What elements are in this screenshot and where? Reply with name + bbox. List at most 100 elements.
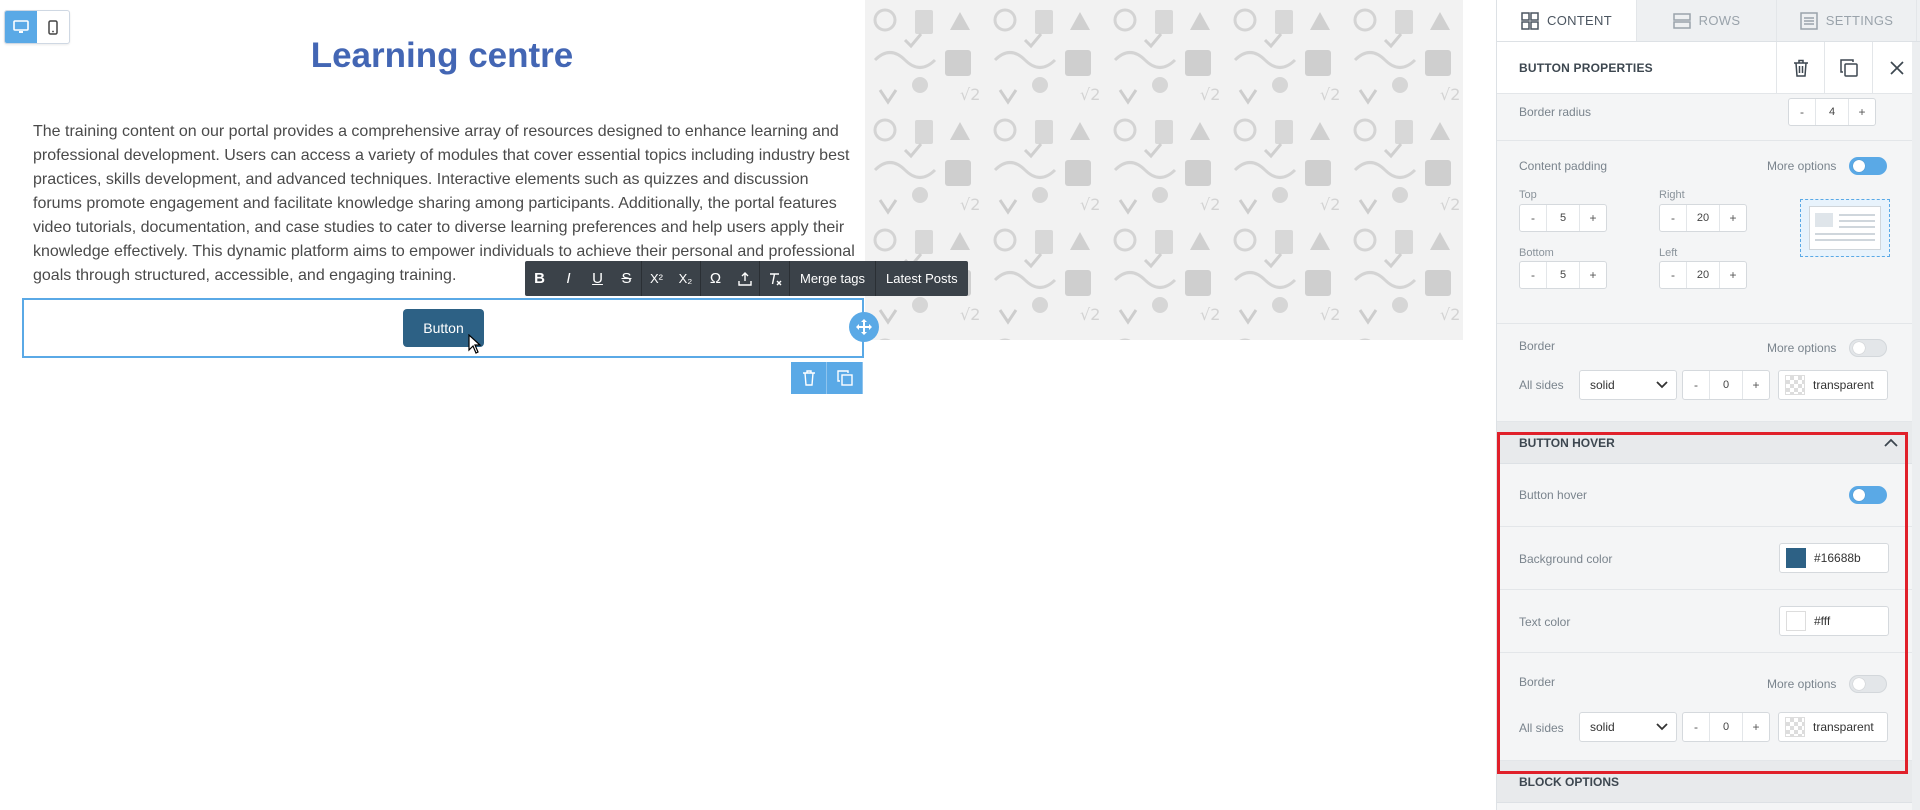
delete-button[interactable] xyxy=(1776,41,1824,94)
hover-border-more-options-toggle[interactable] xyxy=(1849,675,1887,693)
chevron-down-icon xyxy=(1656,723,1668,731)
top-padding-value[interactable]: 5 xyxy=(1546,205,1580,231)
italic-button[interactable]: I xyxy=(554,261,583,296)
border-style-select[interactable]: solid xyxy=(1579,370,1677,400)
text-color-label: Text color xyxy=(1519,615,1571,629)
upload-button[interactable] xyxy=(730,261,759,296)
strikethrough-button[interactable]: S xyxy=(612,261,641,296)
duplicate-button[interactable] xyxy=(1824,41,1872,94)
hover-background-row: Background color #16688b xyxy=(1497,527,1920,590)
bottom-padding-stepper[interactable]: - 5 + xyxy=(1519,261,1607,289)
properties-panel: CONTENT ROWS SETTINGS BUTTON PROPERTIES … xyxy=(1496,0,1920,810)
toggle-knob xyxy=(1853,678,1865,690)
padding-more-options-toggle[interactable] xyxy=(1849,157,1887,175)
hover-text-color-row: Text color #fff xyxy=(1497,590,1920,653)
hover-border-style-value: solid xyxy=(1590,720,1615,734)
panel-tabs: CONTENT ROWS SETTINGS xyxy=(1497,0,1920,42)
hover-border-width-value[interactable]: 0 xyxy=(1709,713,1743,741)
border-color-field[interactable]: transparent xyxy=(1778,370,1888,400)
tab-label: ROWS xyxy=(1698,13,1741,28)
right-label: Right xyxy=(1659,189,1685,201)
hover-border-section: Border More options All sides solid - 0 … xyxy=(1497,653,1920,761)
decrement-button[interactable]: - xyxy=(1683,713,1709,741)
top-padding-stepper[interactable]: - 5 + xyxy=(1519,204,1607,232)
increment-button[interactable]: + xyxy=(1743,371,1769,399)
right-padding-value[interactable]: 20 xyxy=(1686,205,1720,231)
toggle-knob xyxy=(1853,342,1865,354)
rows-icon xyxy=(1672,12,1691,29)
decrement-button[interactable]: - xyxy=(1520,262,1546,288)
panel-scrollbar[interactable] xyxy=(1912,42,1920,810)
increment-button[interactable]: + xyxy=(1849,99,1875,125)
underline-button[interactable]: U xyxy=(583,261,612,296)
button-hover-toggle[interactable] xyxy=(1849,486,1887,504)
special-character-button[interactable]: Ω xyxy=(701,261,730,296)
close-icon xyxy=(1889,60,1904,75)
copy-icon xyxy=(1839,58,1858,77)
border-radius-value[interactable]: 4 xyxy=(1815,99,1849,125)
toggle-knob xyxy=(1853,489,1865,501)
chevron-up-icon[interactable] xyxy=(1884,438,1898,448)
increment-button[interactable]: + xyxy=(1720,262,1746,288)
right-padding-stepper[interactable]: - 20 + xyxy=(1659,204,1747,232)
decrement-button[interactable]: - xyxy=(1520,205,1546,231)
color-swatch[interactable] xyxy=(1786,548,1806,568)
tab-settings[interactable]: SETTINGS xyxy=(1777,0,1917,41)
left-label: Left xyxy=(1659,247,1678,259)
padding-preview-icon xyxy=(1800,199,1890,257)
decrement-button[interactable]: - xyxy=(1683,371,1709,399)
increment-button[interactable]: + xyxy=(1720,205,1746,231)
bottom-padding-value[interactable]: 5 xyxy=(1546,262,1580,288)
hover-border-style-select[interactable]: solid xyxy=(1579,712,1677,742)
latest-posts-button[interactable]: Latest Posts xyxy=(876,261,968,296)
block-options-header[interactable]: BLOCK OPTIONS xyxy=(1497,761,1920,803)
content-padding-label: Content padding xyxy=(1519,159,1608,173)
selected-button-block[interactable]: Button xyxy=(22,298,864,358)
chevron-down-icon xyxy=(1656,381,1668,389)
left-padding-stepper[interactable]: - 20 + xyxy=(1659,261,1747,289)
editor-canvas: Learning centre The training content on … xyxy=(0,0,1496,810)
text-format-toolbar: B I U S X² X₂ Ω Merge tags Latest Posts xyxy=(525,261,968,296)
bold-button[interactable]: B xyxy=(525,261,554,296)
copy-icon xyxy=(836,370,853,386)
mouse-cursor-icon xyxy=(468,334,482,354)
clear-format-button[interactable] xyxy=(760,261,789,296)
left-padding-value[interactable]: 20 xyxy=(1686,262,1720,288)
increment-button[interactable]: + xyxy=(1580,205,1606,231)
color-swatch[interactable] xyxy=(1785,375,1805,395)
border-radius-stepper[interactable]: - 4 + xyxy=(1788,98,1876,126)
border-width-value[interactable]: 0 xyxy=(1709,371,1743,399)
trash-icon xyxy=(1793,59,1808,77)
block-actions xyxy=(791,362,863,394)
border-more-options-toggle[interactable] xyxy=(1849,339,1887,357)
page-title[interactable]: Learning centre xyxy=(0,36,884,76)
hover-background-color-field[interactable]: #16688b xyxy=(1779,543,1889,573)
decrement-button[interactable]: - xyxy=(1660,205,1686,231)
hover-text-color-field[interactable]: #fff xyxy=(1779,606,1889,636)
decrement-button[interactable]: - xyxy=(1660,262,1686,288)
top-label: Top xyxy=(1519,189,1537,201)
color-swatch[interactable] xyxy=(1785,717,1805,737)
clear-format-icon xyxy=(769,272,781,285)
button-hover-header[interactable]: BUTTON HOVER xyxy=(1497,422,1920,464)
settings-list-icon xyxy=(1800,11,1818,30)
border-width-stepper[interactable]: - 0 + xyxy=(1682,370,1770,400)
decrement-button[interactable]: - xyxy=(1789,99,1815,125)
duplicate-block-button[interactable] xyxy=(827,362,863,394)
tab-content[interactable]: CONTENT xyxy=(1497,0,1637,41)
toggle-knob xyxy=(1853,160,1865,172)
hover-border-color-field[interactable]: transparent xyxy=(1778,712,1888,742)
delete-block-button[interactable] xyxy=(791,362,827,394)
tab-rows[interactable]: ROWS xyxy=(1637,0,1777,41)
merge-tags-button[interactable]: Merge tags xyxy=(790,261,875,296)
move-handle[interactable] xyxy=(849,312,879,342)
button-hover-title: BUTTON HOVER xyxy=(1519,435,1615,450)
border-radius-label: Border radius xyxy=(1519,105,1592,119)
increment-button[interactable]: + xyxy=(1743,713,1769,741)
subscript-button[interactable]: X₂ xyxy=(671,261,700,296)
color-swatch[interactable] xyxy=(1786,611,1806,631)
increment-button[interactable]: + xyxy=(1580,262,1606,288)
hover-border-width-stepper[interactable]: - 0 + xyxy=(1682,712,1770,742)
superscript-button[interactable]: X² xyxy=(642,261,671,296)
upload-icon xyxy=(737,271,752,286)
